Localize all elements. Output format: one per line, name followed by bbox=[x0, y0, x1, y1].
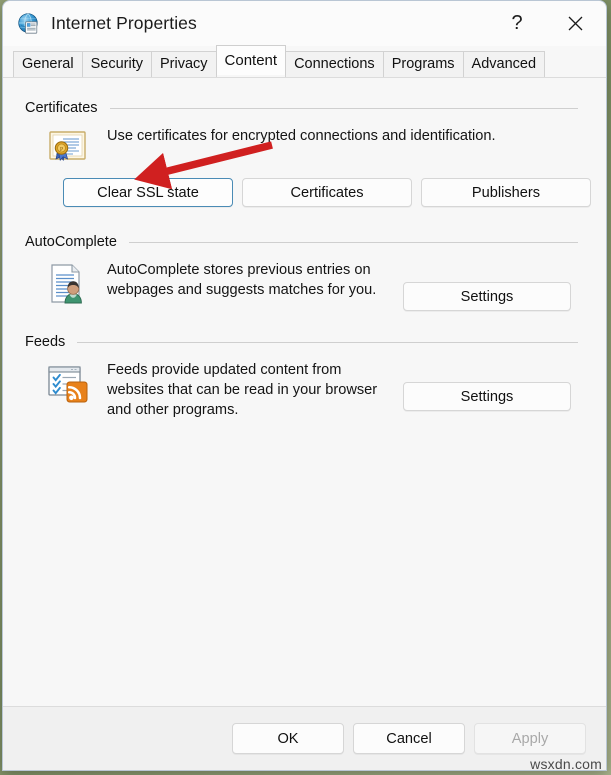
tab-label: Connections bbox=[294, 56, 375, 72]
button-label: Settings bbox=[460, 288, 514, 305]
tab-label: Privacy bbox=[159, 56, 208, 72]
certificates-description: Use certificates for encrypted connectio… bbox=[107, 128, 496, 144]
button-label: Settings bbox=[460, 388, 514, 405]
feeds-group-label: Feeds bbox=[25, 334, 66, 350]
clear-ssl-state-button[interactable]: Clear SSL state bbox=[63, 178, 233, 207]
feeds-group-header: Feeds bbox=[3, 334, 606, 350]
button-label: Clear SSL state bbox=[97, 184, 199, 201]
group-divider bbox=[109, 107, 578, 109]
tab-programs[interactable]: Programs bbox=[382, 51, 464, 78]
apply-button: Apply bbox=[474, 723, 586, 754]
cancel-button[interactable]: Cancel bbox=[353, 723, 465, 754]
tab-label: Content bbox=[224, 52, 278, 69]
certificates-group-label: Certificates bbox=[25, 100, 98, 116]
autocomplete-person-document-icon bbox=[45, 262, 91, 304]
group-divider bbox=[128, 241, 578, 243]
certificate-seal-icon: P bbox=[45, 128, 91, 170]
feeds-group: Feeds Feeds provide updated content from… bbox=[3, 334, 606, 420]
autocomplete-description: AutoComplete stores previous entries on … bbox=[107, 262, 377, 298]
certificates-group-body: P Use certificates for encrypted connect… bbox=[3, 116, 606, 170]
button-label: Certificates bbox=[290, 184, 364, 201]
certificates-button[interactable]: Certificates bbox=[242, 178, 412, 207]
feeds-description: Feeds provide updated content from websi… bbox=[107, 362, 378, 418]
footer-button-row: OK Cancel Apply bbox=[232, 723, 586, 754]
tab-advanced[interactable]: Advanced bbox=[462, 51, 546, 78]
tab-label: General bbox=[22, 56, 74, 72]
button-label: Publishers bbox=[471, 184, 541, 201]
group-divider bbox=[77, 341, 578, 343]
internet-properties-globe-icon bbox=[17, 12, 41, 36]
tab-content[interactable]: Content bbox=[215, 45, 287, 75]
certificates-group: Certificates P Use certificates for encr… bbox=[3, 100, 606, 207]
button-label: OK bbox=[277, 730, 299, 747]
autocomplete-settings-button[interactable]: Settings bbox=[403, 282, 571, 311]
autocomplete-group-header: AutoComplete bbox=[3, 234, 606, 250]
window-title: Internet Properties bbox=[51, 13, 197, 33]
autocomplete-group-label: AutoComplete bbox=[25, 234, 117, 250]
autocomplete-group: AutoComplete AutoComplete stores previou… bbox=[3, 234, 606, 311]
publishers-button[interactable]: Publishers bbox=[421, 178, 591, 207]
help-icon: ? bbox=[511, 12, 523, 34]
tab-label: Advanced bbox=[471, 56, 537, 72]
tab-strip: General Security Privacy Content Connect… bbox=[3, 45, 606, 78]
button-label: Apply bbox=[511, 730, 549, 747]
ok-button[interactable]: OK bbox=[232, 723, 344, 754]
dialog-footer: OK Cancel Apply bbox=[3, 706, 606, 770]
tab-label: Security bbox=[90, 56, 143, 72]
close-button[interactable] bbox=[552, 1, 598, 46]
tab-security[interactable]: Security bbox=[81, 51, 152, 78]
title-bar: Internet Properties ? bbox=[3, 1, 606, 46]
certificates-group-header: Certificates bbox=[3, 100, 606, 116]
help-button[interactable]: ? bbox=[494, 1, 540, 46]
certificates-button-row: Clear SSL state Certificates Publishers bbox=[63, 178, 591, 207]
content-tab-page: Certificates P Use certificates for encr… bbox=[3, 77, 606, 707]
close-icon bbox=[568, 16, 582, 31]
button-label: Cancel bbox=[386, 730, 432, 747]
site-watermark: wsxdn.com bbox=[530, 756, 602, 772]
feeds-rss-icon bbox=[45, 362, 91, 404]
feeds-settings-button[interactable]: Settings bbox=[403, 382, 571, 411]
tab-general[interactable]: General bbox=[13, 51, 83, 78]
internet-properties-dialog: Internet Properties ? General Security P… bbox=[2, 0, 607, 771]
tab-label: Programs bbox=[391, 56, 455, 72]
tab-privacy[interactable]: Privacy bbox=[150, 51, 217, 78]
tab-connections[interactable]: Connections bbox=[285, 51, 384, 78]
